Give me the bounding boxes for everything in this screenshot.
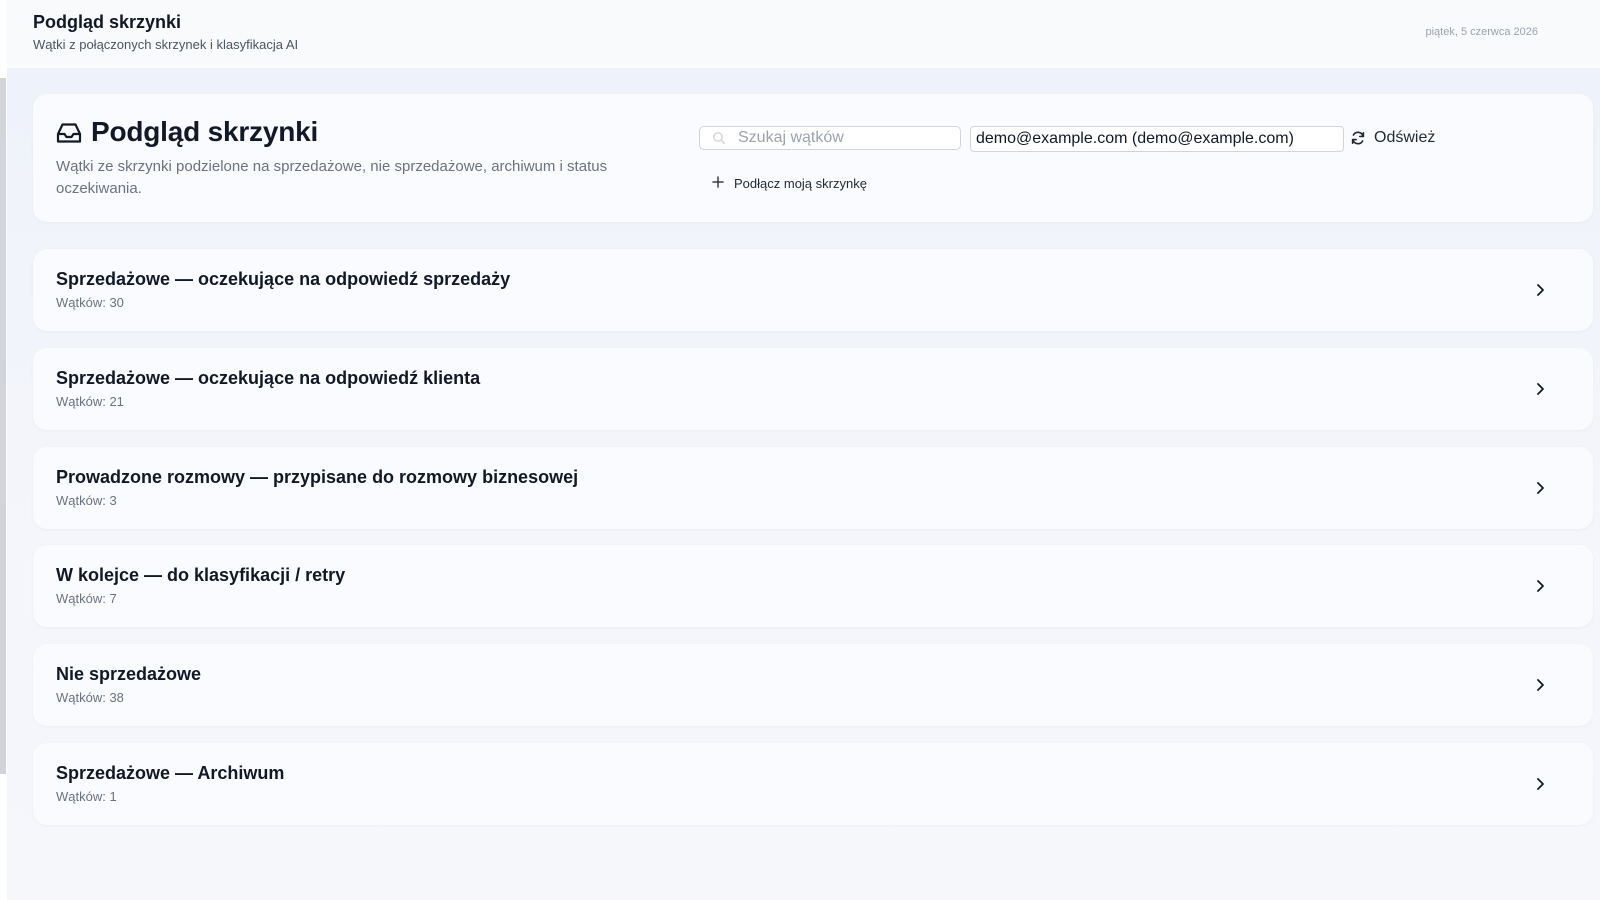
chevron-right-icon xyxy=(1537,482,1544,494)
category-title: Prowadzone rozmowy — przypisane do rozmo… xyxy=(56,467,579,487)
topbar-subtitle: Wątki z połączonych skrzynek i klasyfika… xyxy=(33,37,299,52)
category-title: Sprzedażowe — oczekujące na odpowiedź sp… xyxy=(56,269,511,289)
chevron-right-icon xyxy=(1537,383,1544,395)
chevron-right-icon xyxy=(1537,778,1544,790)
page-description: Wątki ze skrzynki podzielone na sprzedaż… xyxy=(56,158,608,197)
chevron-right-icon xyxy=(1537,679,1544,691)
category-title: W kolejce — do klasyfikacji / retry xyxy=(56,565,346,585)
category-card-non-sales[interactable]: Nie sprzedażowe Wątków: 38 xyxy=(33,644,1593,726)
mailbox-select[interactable]: demo@example.com (demo@example.com) xyxy=(970,126,1344,152)
top-bar: Podgląd skrzynki Wątki z połączonych skr… xyxy=(7,0,1600,68)
category-thread-count: Wątków: 1 xyxy=(56,789,117,804)
chevron-right-icon xyxy=(1537,580,1544,592)
category-thread-count: Wątków: 3 xyxy=(56,493,117,508)
category-thread-count: Wątków: 21 xyxy=(56,394,124,409)
refresh-label: Odśwież xyxy=(1374,129,1436,146)
refresh-icon xyxy=(1351,131,1365,145)
category-title: Sprzedażowe — oczekujące na odpowiedź kl… xyxy=(56,368,481,388)
page-title: Podgląd skrzynki xyxy=(91,116,319,147)
plus-icon xyxy=(712,176,724,188)
category-thread-count: Wątków: 38 xyxy=(56,690,124,705)
category-card-queue[interactable]: W kolejce — do klasyfikacji / retry Wątk… xyxy=(33,545,1593,627)
topbar-title: Podgląd skrzynki xyxy=(33,12,182,32)
category-card-ongoing-conversations[interactable]: Prowadzone rozmowy — przypisane do rozmo… xyxy=(33,447,1593,529)
search-icon xyxy=(713,132,726,145)
inbox-header-card: Podgląd skrzynki Wątki ze skrzynki podzi… xyxy=(33,94,1593,222)
category-thread-count: Wątków: 30 xyxy=(56,295,124,310)
refresh-button[interactable]: Odśwież xyxy=(1345,122,1453,154)
search-input[interactable] xyxy=(738,128,953,148)
category-card-sales-archive[interactable]: Sprzedażowe — Archiwum Wątków: 1 xyxy=(33,743,1593,825)
connect-mailbox-label: Podłącz moją skrzynkę xyxy=(734,176,867,191)
category-thread-count: Wątków: 7 xyxy=(56,591,117,606)
category-card-sales-awaiting-sales[interactable]: Sprzedażowe — oczekujące na odpowiedź sp… xyxy=(33,249,1593,331)
category-title: Nie sprzedażowe xyxy=(56,664,202,684)
category-card-sales-awaiting-client[interactable]: Sprzedażowe — oczekujące na odpowiedź kl… xyxy=(33,348,1593,430)
category-title: Sprzedażowe — Archiwum xyxy=(56,763,285,783)
current-date: piątek, 5 czerwca 2026 xyxy=(1425,26,1538,38)
search-field[interactable] xyxy=(699,126,961,150)
chevron-right-icon xyxy=(1537,284,1544,296)
inbox-icon xyxy=(56,123,82,143)
main-content: Podgląd skrzynki Wątki ze skrzynki podzi… xyxy=(7,68,1600,900)
sidebar-scrollbar[interactable] xyxy=(0,78,6,774)
